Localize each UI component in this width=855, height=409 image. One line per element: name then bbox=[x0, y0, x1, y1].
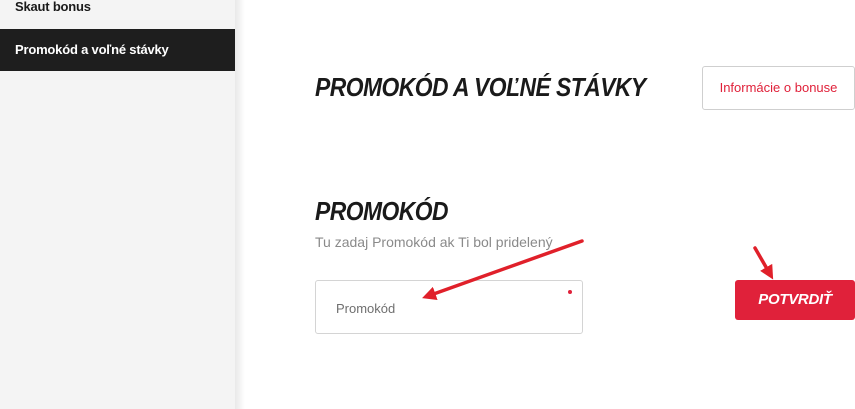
promo-code-field bbox=[315, 280, 583, 334]
confirm-button[interactable]: POTVRDIŤ bbox=[735, 280, 855, 320]
page-title: PROMOKÓD A VOĽNÉ STÁVKY bbox=[315, 72, 646, 102]
bonus-info-button[interactable]: Informácie o bonuse bbox=[702, 66, 855, 110]
promo-code-input[interactable] bbox=[316, 281, 582, 333]
sidebar: Skaut bonus Promokód a voľné stávky bbox=[0, 0, 235, 409]
required-dot-icon bbox=[568, 290, 572, 294]
sidebar-item-promokod[interactable]: Promokód a voľné stávky bbox=[0, 29, 235, 71]
promo-section-subtitle: Tu zadaj Promokód ak Ti bol pridelený bbox=[315, 234, 553, 250]
page: Skaut bonus Promokód a voľné stávky PROM… bbox=[0, 0, 855, 409]
sidebar-item-skaut-bonus[interactable]: Skaut bonus bbox=[0, 0, 235, 18]
promo-section-title: PROMOKÓD bbox=[315, 196, 449, 226]
arrow-icon bbox=[753, 246, 774, 280]
sidebar-divider-shadow bbox=[235, 0, 245, 409]
